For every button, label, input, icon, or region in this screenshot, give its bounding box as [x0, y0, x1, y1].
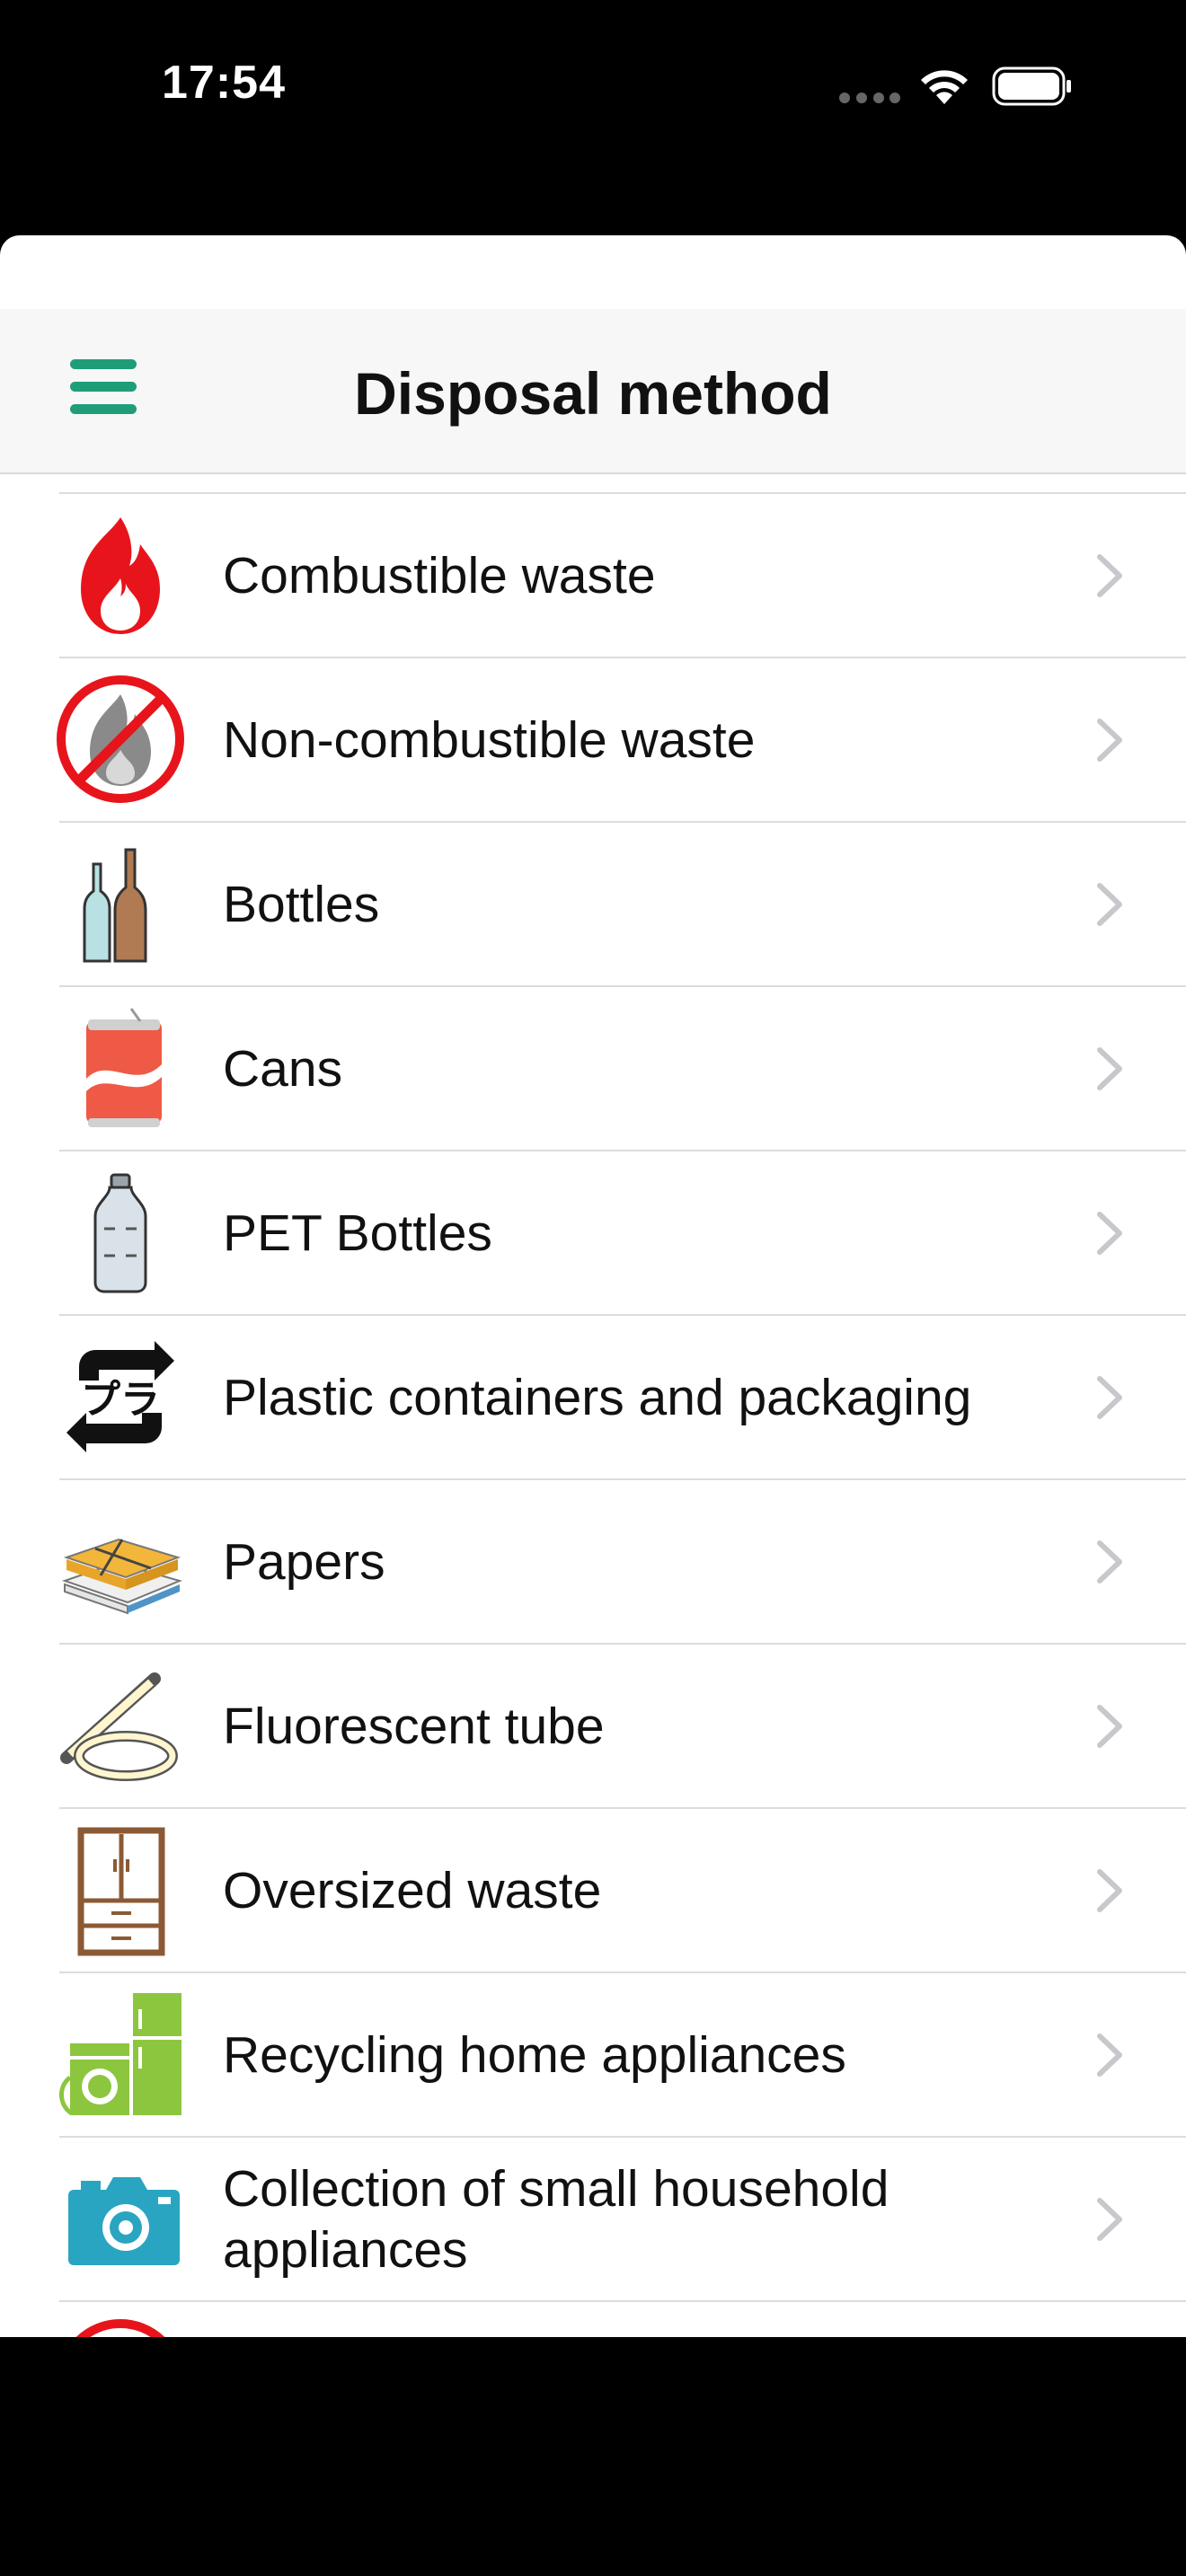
chevron-right-icon: [1097, 554, 1122, 597]
list-item-small-household-appliances[interactable]: Collection of small household appliances: [59, 2136, 1186, 2300]
prohibited-icon: [75, 2319, 165, 2337]
chevron-right-icon: [1097, 1869, 1122, 1912]
list-item-non-combustible-waste[interactable]: Non-combustible waste: [57, 657, 1186, 821]
camera-icon: [68, 2177, 180, 2265]
chevron-right-icon: [1097, 719, 1122, 762]
paper-bundle-icon: [61, 1538, 183, 1615]
chevron-right-icon: [1097, 1540, 1122, 1584]
disposal-method-list: Combustible waste Non-combustible waste …: [0, 492, 1186, 2337]
list-item-bottles[interactable]: Bottles: [59, 821, 1186, 985]
plastic-recycle-mark-icon: プラ: [66, 1341, 174, 1452]
list-item-partial[interactable]: [59, 2300, 1186, 2337]
chevron-right-icon: [1097, 1047, 1122, 1090]
list-item-label: Plastic containers and packaging: [223, 1368, 972, 1426]
svg-text:プラ: プラ: [81, 1377, 160, 1423]
chevron-right-icon: [1097, 1212, 1122, 1255]
list-item-label: Non-combustible waste: [223, 710, 756, 769]
chevron-right-icon: [1097, 883, 1122, 926]
list-item-label: Combustible waste: [223, 546, 656, 604]
chevron-right-icon: [1097, 2033, 1122, 2077]
list-item-label: Bottles: [223, 875, 380, 933]
pet-bottle-icon: [93, 1173, 147, 1293]
list-item-label: Papers: [223, 1532, 385, 1591]
list-item-oversized-waste[interactable]: Oversized waste: [59, 1807, 1186, 1972]
sheet: Disposal method Combustible waste Non-co…: [0, 235, 1186, 2337]
no-fire-icon: [57, 675, 184, 803]
list-item-pet-bottles[interactable]: PET Bottles: [59, 1150, 1186, 1314]
wifi-icon: [921, 70, 968, 104]
list-item-label: Collection of small household appliances: [223, 2159, 890, 2279]
battery-icon: [992, 66, 1071, 106]
glass-bottles-icon: [83, 848, 147, 963]
list-item-papers[interactable]: Papers: [59, 1478, 1186, 1643]
page-title: Disposal method: [354, 360, 832, 427]
list-item-label: PET Bottles: [223, 1204, 492, 1262]
fire-icon: [81, 517, 160, 634]
navigation-bar: Disposal method: [0, 309, 1186, 474]
list-item-label: Recycling home appliances: [223, 2025, 846, 2084]
home-appliances-icon: [59, 1993, 181, 2116]
list-item-recycling-home-appliances[interactable]: Recycling home appliances: [59, 1972, 1186, 2136]
list-item-plastic-containers[interactable]: プラ Plastic containers and packaging: [59, 1314, 1186, 1478]
list-item-fluorescent-tube[interactable]: Fluorescent tube: [59, 1643, 1186, 1807]
chevron-right-icon: [1097, 1376, 1122, 1419]
list-item-cans[interactable]: Cans: [59, 985, 1186, 1150]
list-item-combustible-waste[interactable]: Combustible waste: [59, 492, 1186, 657]
chevron-right-icon: [1097, 1705, 1122, 1748]
wardrobe-icon: [77, 1827, 165, 1956]
status-time: 17:54: [162, 57, 286, 109]
list-item-label: Fluorescent tube: [223, 1697, 605, 1755]
can-icon: [86, 1008, 162, 1127]
list-item-label: Cans: [223, 1039, 343, 1098]
signal-dots-icon: [839, 93, 900, 103]
list-item-label: Oversized waste: [223, 1861, 602, 1919]
chevron-right-icon: [1097, 2198, 1122, 2241]
fluorescent-tube-icon: [60, 1672, 178, 1781]
